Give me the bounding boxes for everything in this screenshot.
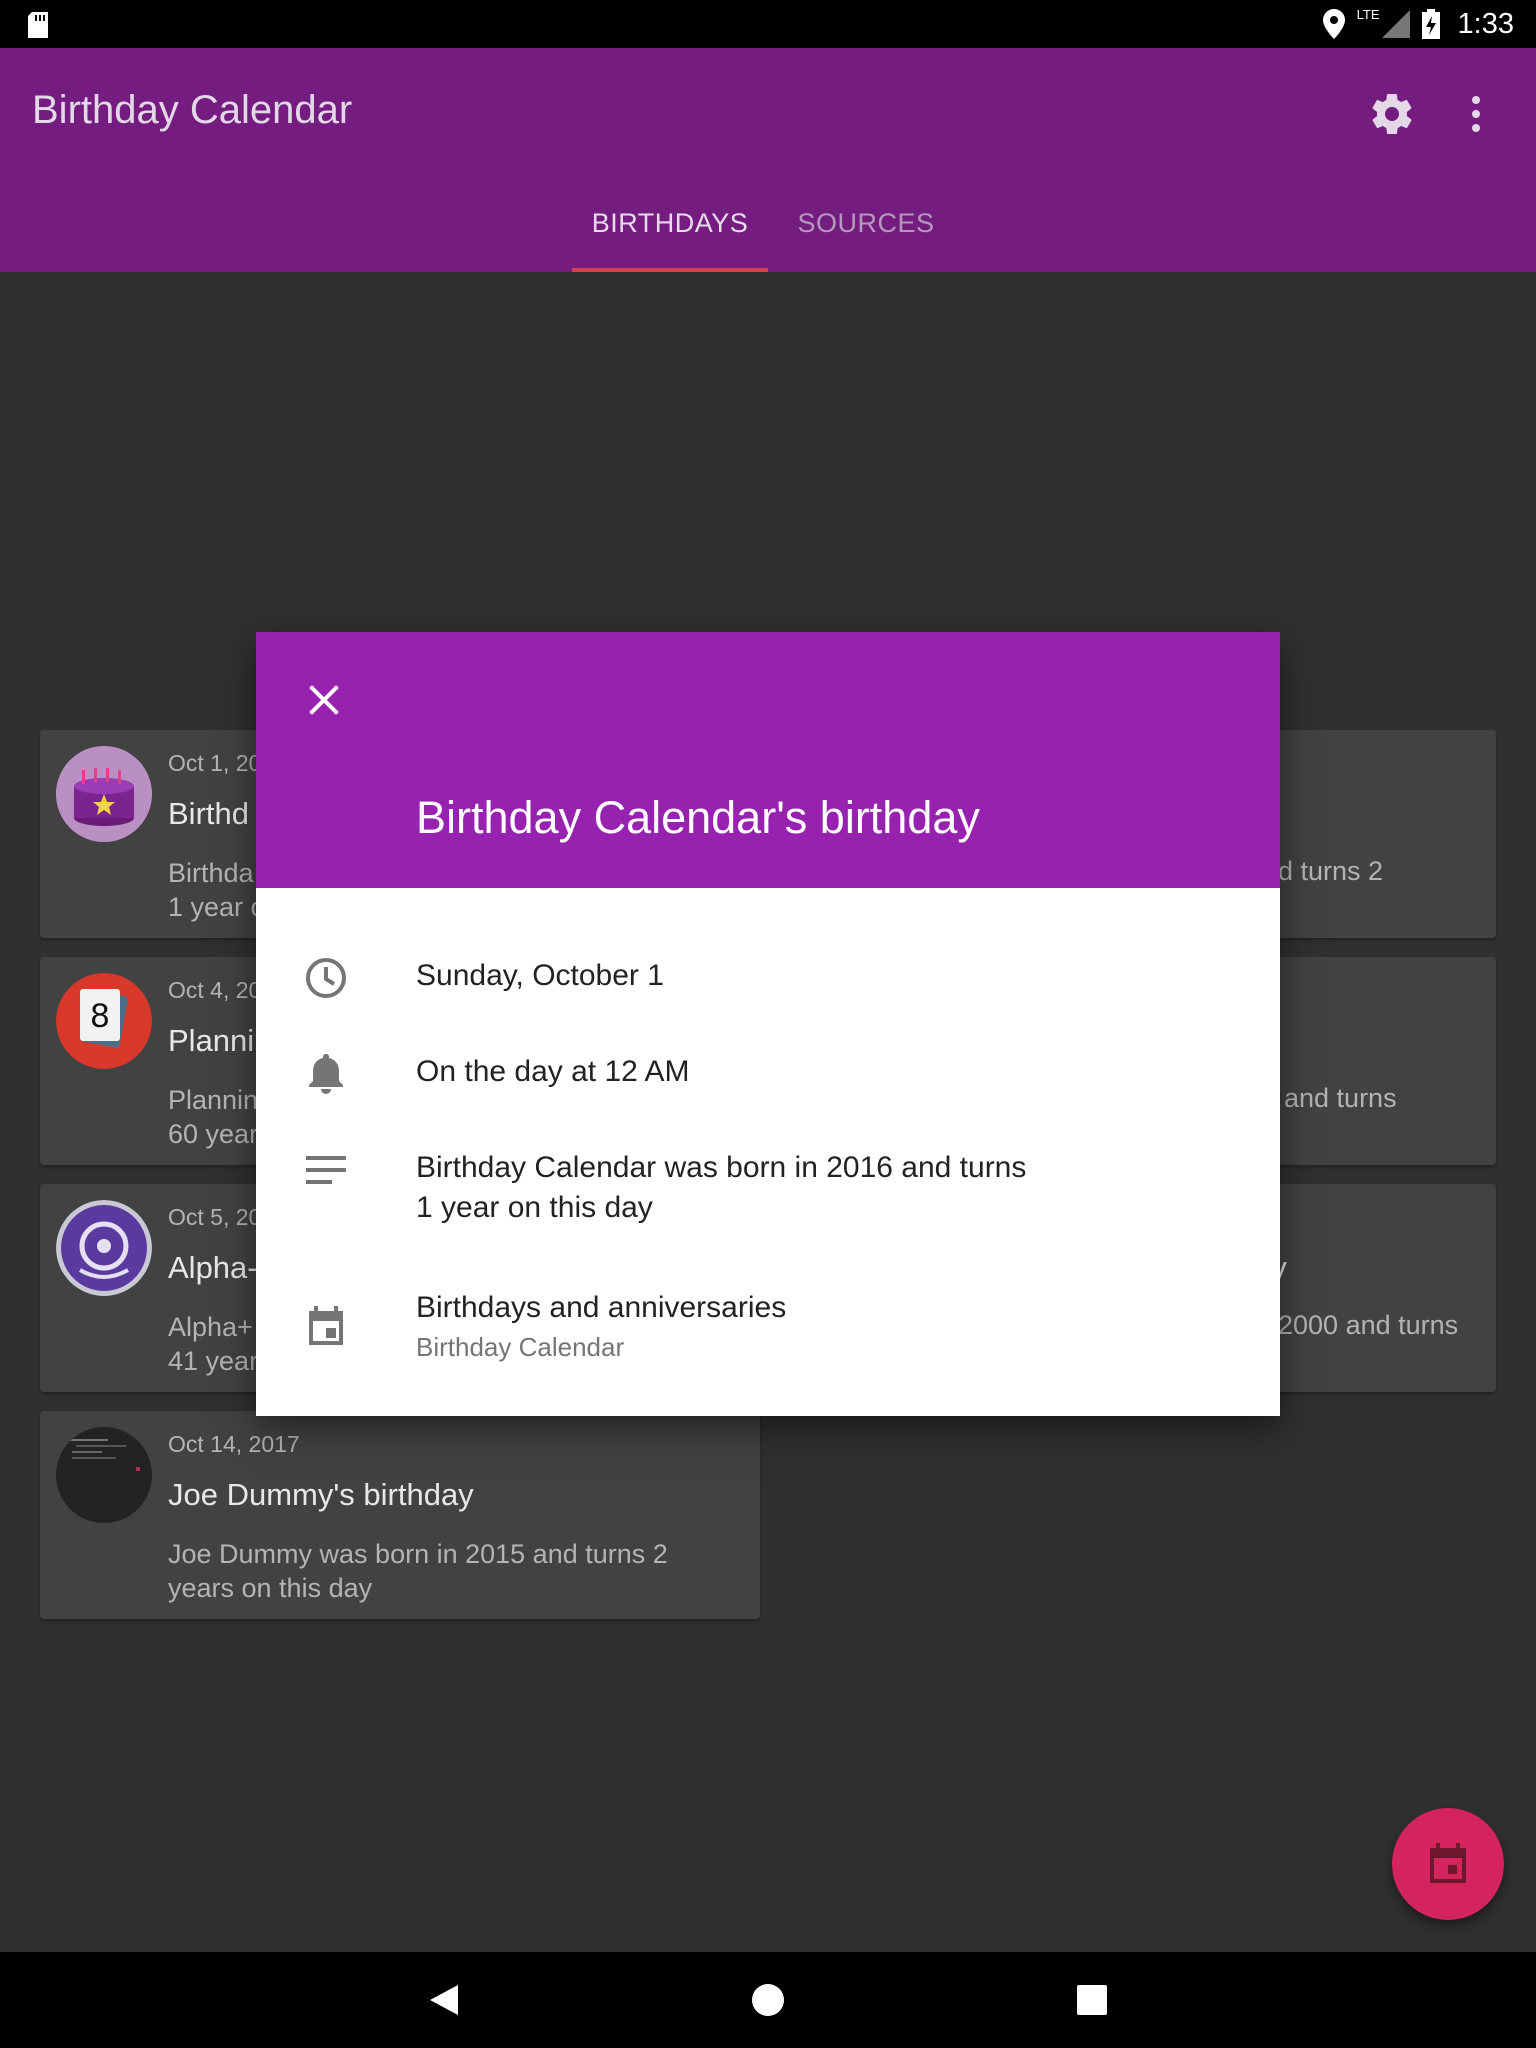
recents-icon [1077,1985,1107,2015]
back-button[interactable] [416,1972,472,2028]
disc-icon [56,1200,152,1296]
clock-icon [306,958,346,998]
network-type-label: LTE [1356,6,1380,22]
screenshot-avatar [56,1427,152,1523]
calendar-icon [1430,1843,1466,1883]
card-title: Planni [168,1023,255,1058]
card-date: Oct 4, 20 [168,977,262,1003]
close-button[interactable] [296,672,352,728]
app-bar: Birthday Calendar BIRTHDAYS SOURCES [0,48,1536,272]
tab-bar: BIRTHDAYS SOURCES [0,204,1536,272]
card-description: and turns [1284,1083,1397,1113]
avatar [56,746,152,842]
event-reminder: On the day at 12 AM [416,1055,690,1088]
card-title: Birthd [168,796,249,831]
calendar-icon [309,1306,343,1345]
status-time: 1:33 [1457,7,1514,40]
event-description: Birthday Calendar was born in 2016 and t… [416,1148,1026,1228]
home-button[interactable] [740,1972,796,2028]
navigation-bar [0,1952,1536,2048]
avatar [56,1200,152,1296]
location-icon [1322,9,1345,39]
more-vert-icon [1472,96,1480,132]
tab-birthdays[interactable]: BIRTHDAYS [572,204,768,272]
event-description-line: Birthday Calendar was born in 2016 and t… [416,1151,1027,1184]
event-details-dialog: Birthday Calendar's birthday Sunday, Oct… [256,632,1280,1416]
avatar: 8 [56,973,152,1069]
birthday-card[interactable]: Oct 14, 2017 Joe Dummy's birthday Joe Du… [40,1411,760,1619]
cake-icon [56,746,152,842]
add-to-calendar-fab[interactable] [1392,1808,1504,1920]
dialog-header: Birthday Calendar's birthday [256,632,1280,888]
card-desc-line: years on this day [168,1573,373,1603]
bell-icon [309,1054,343,1094]
card-description: d turns 2 [1278,856,1384,886]
card-title: Alpha- [168,1250,258,1285]
calendar-name: Birthdays and anniversaries [416,1291,787,1324]
event-date: Sunday, October 1 [416,959,664,992]
notes-icon [306,1156,346,1184]
settings-button[interactable] [1368,90,1416,138]
card-description: 2000 and turns [1278,1310,1459,1340]
playing-card-icon: 8 [56,973,152,1069]
calendar-account: Birthday Calendar [416,1332,625,1362]
card-date: Oct 5, 20 [168,1204,262,1230]
card-description: Joe Dummy was born in 2015 and turns 2 y… [168,1537,728,1605]
battery-charging-icon [1421,9,1440,39]
card-date: Oct 14, 2017 [168,1431,300,1457]
status-bar: LTE 1:33 [0,0,1536,48]
dialog-title: Birthday Calendar's birthday [416,792,980,843]
back-icon [430,1985,458,2015]
tab-sources[interactable]: SOURCES [786,204,946,272]
more-options-button[interactable] [1456,90,1496,138]
avatar [56,1427,152,1523]
event-description-line: 1 year on this day [416,1191,653,1224]
svg-text:8: 8 [91,997,110,1035]
card-date: Oct 1, 20 [168,750,262,776]
gear-icon [1372,94,1412,135]
app-title: Birthday Calendar [32,88,353,132]
close-icon [309,685,339,715]
signal-icon [1381,10,1410,38]
home-icon [752,1984,784,2016]
recents-button[interactable] [1064,1972,1120,2028]
card-desc-line: Joe Dummy was born in 2015 and turns 2 [168,1539,668,1569]
card-title: Joe Dummy's birthday [168,1477,474,1512]
sd-card-icon [28,12,48,38]
